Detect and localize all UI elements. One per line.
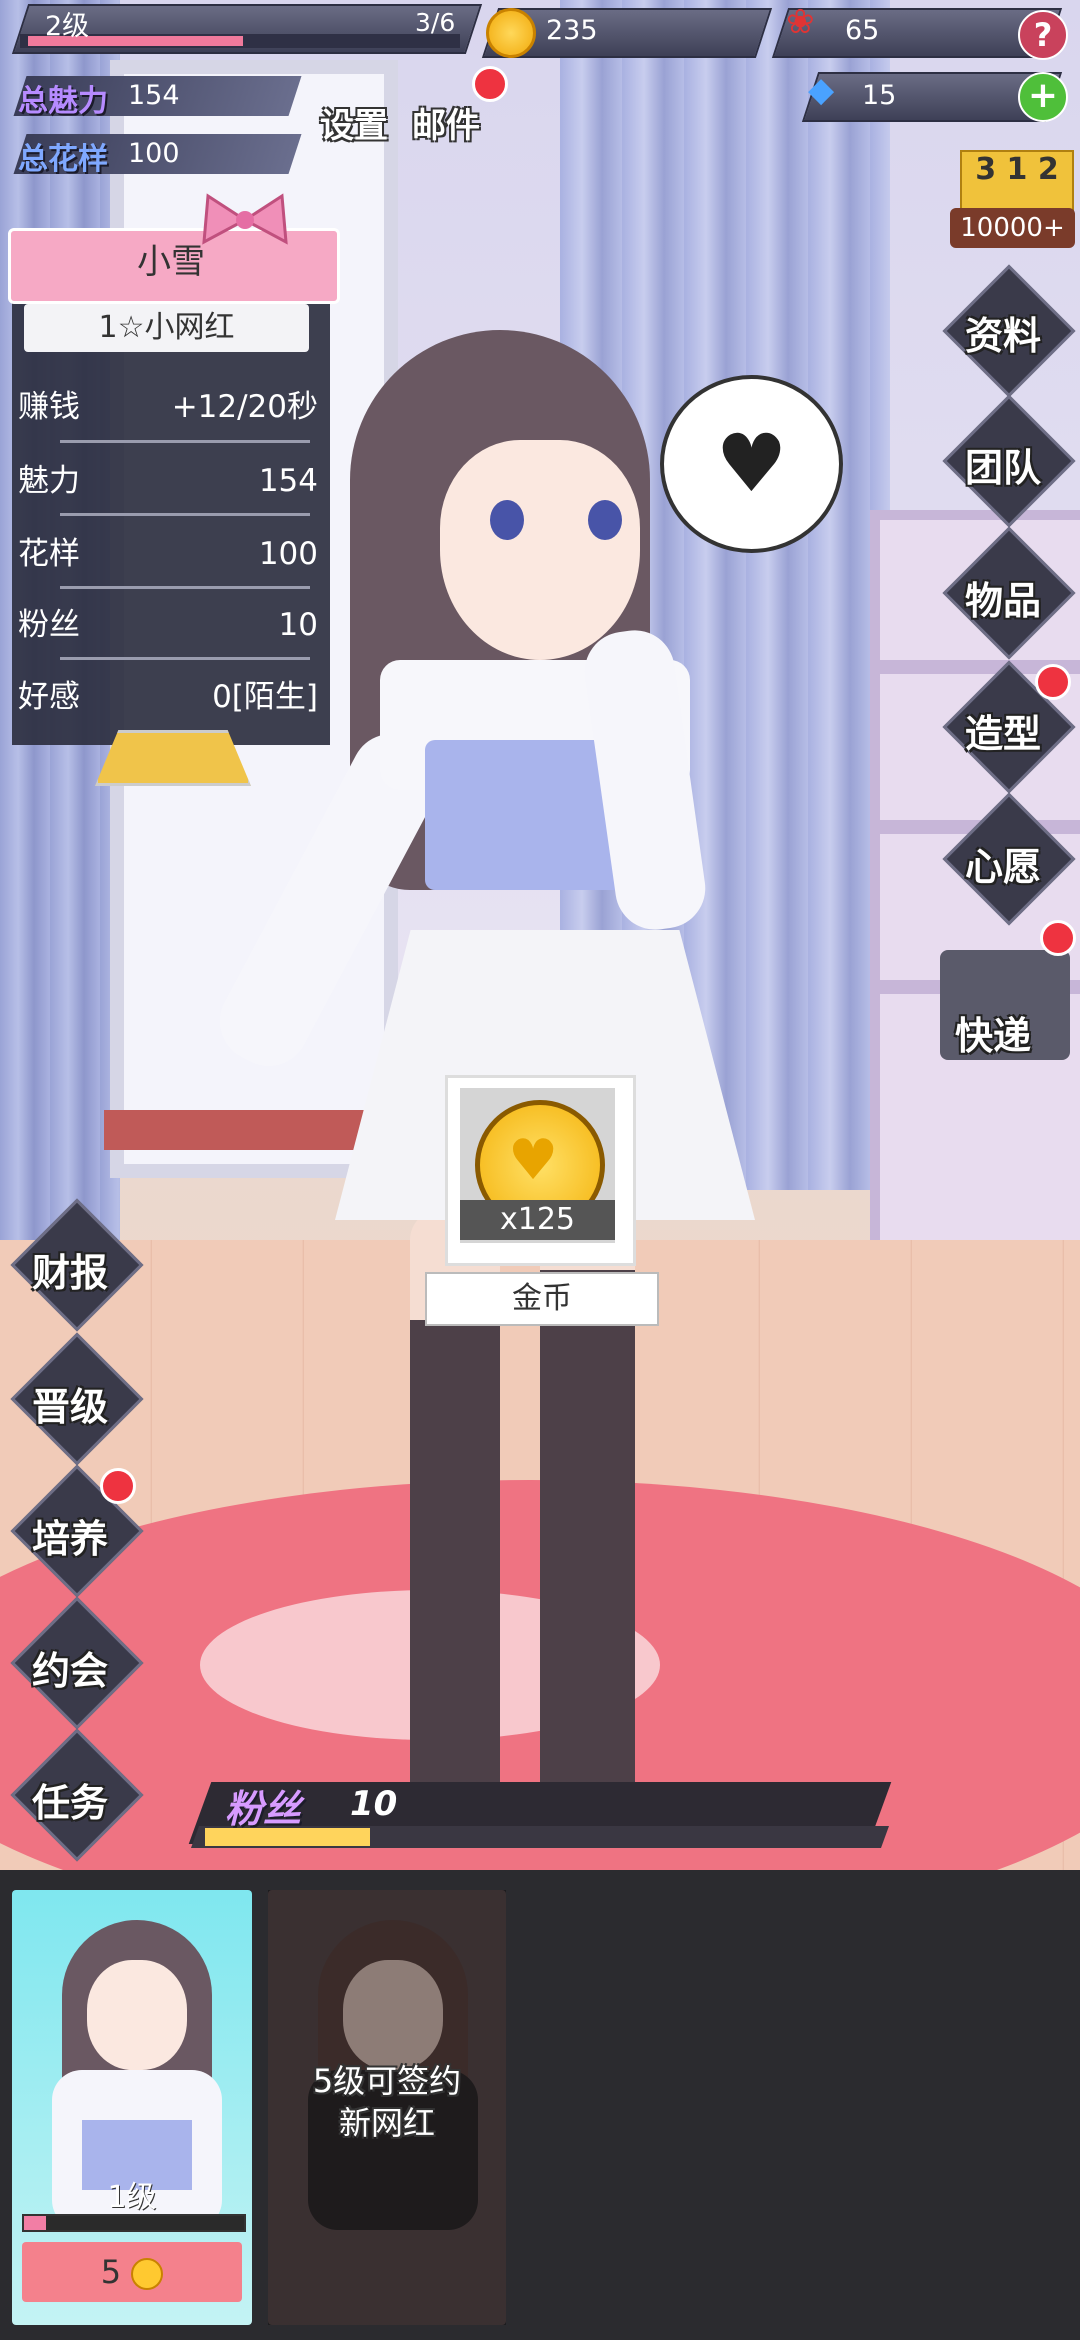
items-button[interactable]: 物品 — [965, 570, 1041, 625]
settings-button[interactable]: 设置 — [320, 98, 388, 147]
stat-row-style: 花样 100 — [18, 519, 318, 589]
styling-notification-dot — [1035, 664, 1071, 700]
divider — [60, 440, 310, 443]
ranking-podium-icon[interactable]: 3 1 2 — [960, 150, 1074, 214]
upgrade-price-button[interactable]: 5 — [22, 2242, 242, 2302]
character-face — [440, 440, 640, 660]
character-title: 1☆小网红 — [24, 304, 309, 352]
rose-count: 65 — [845, 15, 880, 46]
stat-row-earn: 赚钱 +12/20秒 — [18, 372, 318, 442]
coin-icon — [486, 8, 536, 58]
stat-label: 花样 — [18, 536, 80, 572]
stat-value: 154 — [258, 463, 318, 499]
help-icon[interactable]: ? — [1018, 10, 1068, 60]
wish-button[interactable]: 心愿 — [965, 836, 1041, 891]
total-charm-value: 154 — [128, 80, 180, 111]
delivery-notification-dot — [1040, 920, 1076, 956]
stat-label: 赚钱 — [18, 389, 80, 425]
locked-hint-line2: 新网红 — [338, 2104, 435, 2142]
level-progress-text: 3/6 — [415, 8, 456, 37]
total-style-value: 100 — [128, 138, 180, 169]
locked-hint: 5级可签约 新网红 — [268, 2060, 506, 2144]
task-button[interactable]: 任务 — [32, 1772, 108, 1827]
roster-slot-progress-fill — [24, 2216, 46, 2230]
reward-name: 金币 — [425, 1272, 659, 1326]
stat-row-charm: 魅力 154 — [18, 446, 318, 516]
locked-hint-line1: 5级可签约 — [312, 2062, 462, 2100]
fans-label: 粉丝 — [225, 1787, 302, 1831]
mail-button[interactable]: 邮件 — [412, 98, 480, 147]
plus-icon[interactable]: + — [1018, 72, 1068, 122]
portrait-face — [87, 1960, 187, 2070]
card-collapse-toggle[interactable] — [95, 730, 251, 786]
date-button[interactable]: 约会 — [32, 1640, 108, 1695]
stat-row-fans: 粉丝 10 — [18, 590, 318, 660]
ranking-label[interactable]: 10000+ — [950, 208, 1075, 248]
team-button[interactable]: 团队 — [965, 437, 1041, 492]
total-charm-label: 总魅力 — [18, 84, 108, 119]
diamond-icon: ◆ — [808, 70, 835, 110]
level-label: 2级 — [45, 11, 90, 42]
stat-value: +12/20秒 — [171, 389, 318, 425]
train-notification-dot — [100, 1468, 136, 1504]
mail-notification-dot — [472, 66, 508, 102]
character-eye — [490, 500, 524, 540]
rose-icon: ❀ — [786, 2, 815, 42]
heart-icon: ♥ — [508, 1128, 559, 1193]
stat-label: 魅力 — [18, 463, 80, 499]
train-button[interactable]: 培养 — [32, 1508, 108, 1563]
report-button[interactable]: 财报 — [32, 1242, 108, 1297]
diamond-count: 15 — [862, 80, 897, 111]
upgrade-price: 5 — [100, 2253, 122, 2291]
total-style-label: 总花样 — [18, 142, 108, 177]
roster-slot-progress-track — [22, 2214, 246, 2232]
roster-slot-level: 1级 — [107, 2180, 157, 2215]
stat-label: 粉丝 — [18, 607, 80, 643]
profile-button[interactable]: 资料 — [965, 305, 1041, 360]
styling-button[interactable]: 造型 — [965, 703, 1041, 758]
divider — [60, 586, 310, 589]
stat-value: 10 — [278, 607, 318, 643]
coin-count: 235 — [546, 15, 598, 46]
character-name: 小雪 — [137, 242, 205, 282]
fans-value: 10 — [350, 1784, 398, 1824]
delivery-button[interactable]: 快递 — [955, 1005, 1031, 1060]
reward-count: x125 — [460, 1200, 615, 1240]
stat-value: 100 — [258, 536, 318, 572]
coin-icon — [131, 2258, 164, 2290]
divider — [60, 513, 310, 516]
promote-button[interactable]: 晋级 — [32, 1376, 108, 1431]
stat-label: 好感 — [18, 679, 80, 715]
character-eye — [588, 500, 622, 540]
stat-row-affection: 好感 0[陌生] — [18, 662, 318, 732]
stat-value: 0[陌生] — [212, 679, 318, 715]
heart-speech-icon: ♥ — [660, 375, 843, 553]
divider — [60, 657, 310, 660]
